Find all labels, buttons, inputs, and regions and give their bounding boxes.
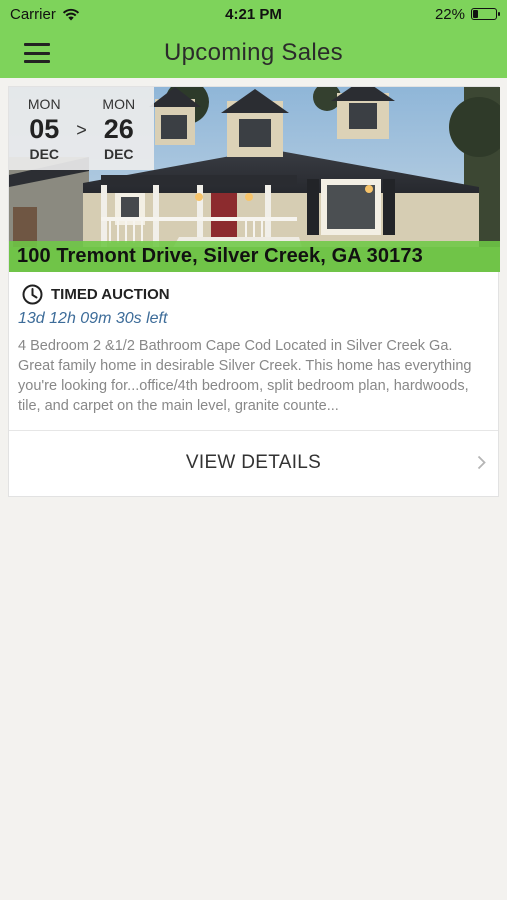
end-day-of-week: MON	[102, 95, 136, 112]
address-band[interactable]: 100 Tremont Drive, Silver Creek, GA 3017…	[9, 241, 500, 272]
status-right: 22%	[434, 5, 500, 23]
carrier-label: Carrier	[10, 5, 56, 23]
end-day: 26	[103, 113, 134, 144]
clock-icon	[22, 284, 43, 304]
wifi-icon	[62, 8, 79, 20]
start-month: DEC	[29, 145, 60, 162]
end-date: MON 26 DEC	[95, 95, 143, 163]
chevron-right-icon	[477, 455, 486, 470]
page-title: Upcoming Sales	[164, 39, 343, 66]
start-day-of-week: MON	[27, 95, 61, 112]
date-range-arrow: >	[76, 120, 87, 140]
menu-line	[24, 51, 50, 55]
sale-date-range: MON 05 DEC > MON 26 DEC	[9, 87, 154, 170]
nav-bar: Upcoming Sales	[0, 28, 507, 78]
menu-line	[24, 43, 50, 46]
hamburger-menu-icon[interactable]	[22, 40, 52, 66]
status-left: Carrier	[10, 6, 80, 23]
view-details-label[interactable]: VIEW DETAILS	[186, 452, 321, 474]
property-description: 4 Bedroom 2 &1/2 Bathroom Cape Cod Locat…	[18, 338, 472, 414]
menu-line	[24, 60, 50, 63]
end-month: DEC	[103, 145, 134, 162]
auction-type-row: TIMED AUCTION	[9, 272, 498, 306]
property-address[interactable]: 100 Tremont Drive, Silver Creek, GA 3017…	[17, 245, 423, 268]
auction-type-label: TIMED AUCTION	[51, 285, 170, 303]
time-remaining: 13d 12h 09m 30s left	[18, 310, 168, 327]
view-details-button[interactable]: VIEW DETAILS	[9, 431, 498, 495]
battery-percent: 22%	[434, 5, 465, 23]
battery-fill	[473, 10, 478, 18]
start-day: 05	[29, 113, 60, 144]
battery-icon	[471, 8, 500, 20]
property-photo[interactable]: MON 05 DEC > MON 26 DEC 100 Tremont Driv…	[9, 87, 500, 272]
status-bar: Carrier 4:21 PM 22%	[0, 0, 507, 28]
sale-card[interactable]: MON 05 DEC > MON 26 DEC 100 Tremont Driv…	[8, 86, 500, 497]
start-date: MON 05 DEC	[20, 95, 68, 163]
